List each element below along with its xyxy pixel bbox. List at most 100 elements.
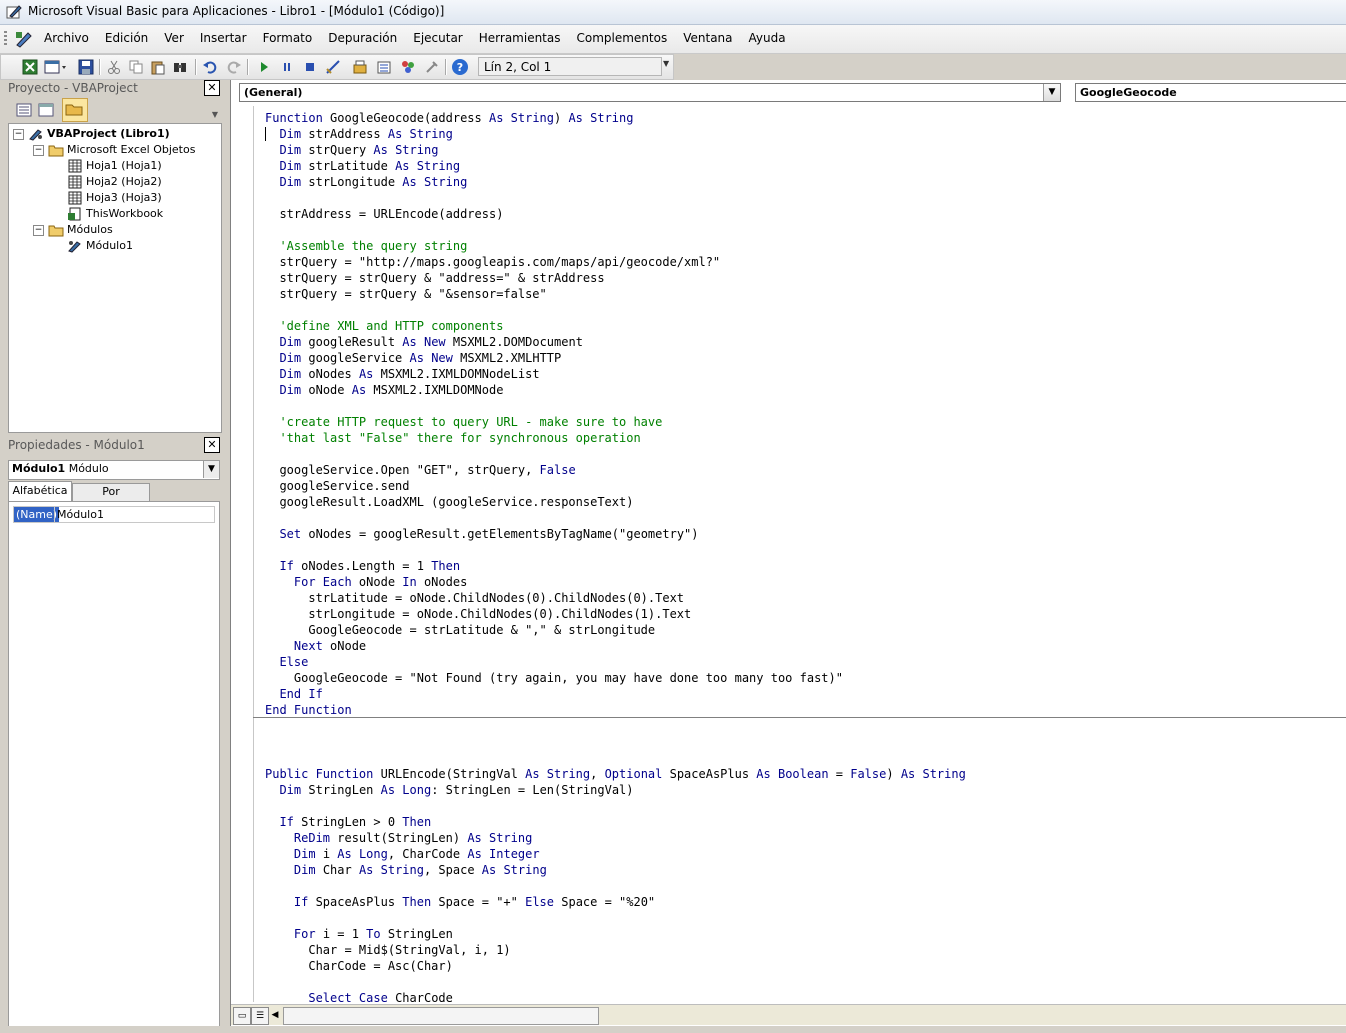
code-line[interactable] [265,734,1345,750]
code-line[interactable] [265,398,1345,414]
object-selector[interactable]: Módulo1 Módulo ▼ [8,460,220,480]
code-line[interactable] [265,974,1345,990]
code-line[interactable]: Dim oNode As MSXML2.IXMLDOMNode [265,382,1345,398]
collapse-icon[interactable]: − [13,128,24,140]
full-module-view-icon[interactable]: ☰ [251,1007,269,1025]
code-line[interactable] [265,222,1345,238]
menu-item-formato[interactable]: Formato [255,31,321,45]
object-combo-dropdown-icon[interactable]: ▼ [1043,84,1060,101]
code-line[interactable]: CharCode = Asc(Char) [265,958,1345,974]
code-line[interactable]: Select Case CharCode [265,990,1345,1004]
menu-item-complementos[interactable]: Complementos [569,31,676,45]
tree-item[interactable]: − VBAProject (Libro1) [13,126,170,142]
property-value[interactable]: Módulo1 [54,507,104,522]
insert-userform-icon[interactable] [43,58,69,76]
code-line[interactable] [265,910,1345,926]
property-row-name[interactable]: (Name) Módulo1 [13,506,215,523]
code-line[interactable]: googleResult.LoadXML (googleService.resp… [265,494,1345,510]
code-line[interactable]: ReDim result(StringLen) As String [265,830,1345,846]
tab-alfabetica[interactable]: Alfabética [8,481,72,502]
menu-item-insertar[interactable]: Insertar [192,31,255,45]
project-explorer-icon[interactable] [351,58,369,76]
code-line[interactable] [265,718,1345,734]
close-properties-panel-icon[interactable]: ✕ [204,437,220,453]
code-line[interactable]: If oNodes.Length = 1 Then [265,558,1345,574]
code-line[interactable]: If StringLen > 0 Then [265,814,1345,830]
code-line[interactable]: Char = Mid$(StringVal, i, 1) [265,942,1345,958]
code-line[interactable]: Dim Char As String, Space As String [265,862,1345,878]
excel-icon[interactable] [21,58,39,76]
scroll-left-icon[interactable]: ◀ [269,1007,281,1023]
code-line[interactable]: 'create HTTP request to query URL - make… [265,414,1345,430]
object-selector-dropdown-icon[interactable]: ▼ [203,461,219,478]
menu-item-ver[interactable]: Ver [156,31,192,45]
code-line[interactable]: Dim oNodes As MSXML2.IXMLDOMNodeList [265,366,1345,382]
toolbar-options-icon[interactable]: ▼ [663,59,671,75]
code-line[interactable]: GoogleGeocode = "Not Found (try again, y… [265,670,1345,686]
menu-item-ventana[interactable]: Ventana [675,31,740,45]
run-icon[interactable] [255,58,273,76]
code-line[interactable]: 'define XML and HTTP components [265,318,1345,334]
copy-icon[interactable] [127,58,145,76]
menu-item-archivo[interactable]: Archivo [36,31,97,45]
menu-item-ejecutar[interactable]: Ejecutar [405,31,471,45]
code-line[interactable]: Dim i As Long, CharCode As Integer [265,846,1345,862]
code-line[interactable]: strLongitude = oNode.ChildNodes(0).Child… [265,606,1345,622]
reset-icon[interactable] [301,58,319,76]
undo-icon[interactable] [201,58,219,76]
code-line[interactable]: googleService.Open "GET", strQuery, Fals… [265,462,1345,478]
code-line[interactable] [265,190,1345,206]
menu-item-herramientas[interactable]: Herramientas [471,31,569,45]
code-line[interactable]: Else [265,654,1345,670]
code-margin[interactable] [231,106,254,1002]
find-icon[interactable] [171,58,189,76]
project-scroll-icon[interactable]: ▼ [210,98,220,120]
code-line[interactable]: Dim strQuery As String [265,142,1345,158]
code-line[interactable] [265,446,1345,462]
toggle-folders-icon[interactable] [62,98,88,122]
tree-item[interactable]: Hoja1 (Hoja1) [53,158,162,174]
menu-grip[interactable] [4,31,7,47]
help-icon[interactable]: ? [451,58,469,76]
object-browser-icon[interactable] [399,58,417,76]
code-line[interactable]: 'that last "False" there for synchronous… [265,430,1345,446]
code-line[interactable]: Dim googleService As New MSXML2.XMLHTTP [265,350,1345,366]
tree-item[interactable]: ThisWorkbook [53,206,163,222]
code-line[interactable]: Next oNode [265,638,1345,654]
scroll-thumb[interactable] [283,1007,599,1025]
code-editor[interactable]: Function GoogleGeocode(address As String… [265,110,1345,1004]
code-line[interactable]: Dim strLongitude As String [265,174,1345,190]
design-mode-icon[interactable] [324,58,342,76]
save-icon[interactable] [77,58,95,76]
code-line[interactable]: End If [265,686,1345,702]
collapse-icon[interactable]: − [33,144,44,156]
code-line[interactable]: strAddress = URLEncode(address) [265,206,1345,222]
tree-item[interactable]: − Microsoft Excel Objetos [33,142,195,158]
code-line[interactable]: For Each oNode In oNodes [265,574,1345,590]
view-code-icon[interactable] [15,101,33,119]
menu-item-edicion[interactable]: Edición [97,31,156,45]
code-line[interactable]: Dim strAddress As String [265,126,1345,142]
procedure-combo[interactable]: GoogleGeocode [1075,83,1346,102]
break-icon[interactable] [278,58,296,76]
tree-item[interactable]: − Módulos [33,222,113,238]
code-line[interactable]: If SpaceAsPlus Then Space = "+" Else Spa… [265,894,1345,910]
menu-item-ayuda[interactable]: Ayuda [741,31,794,45]
code-line[interactable]: strQuery = strQuery & "address=" & strAd… [265,270,1345,286]
cut-icon[interactable] [105,58,123,76]
code-line[interactable]: Set oNodes = googleResult.getElementsByT… [265,526,1345,542]
excel-view-icon[interactable] [14,30,34,48]
toolbox-icon[interactable] [423,58,441,76]
code-line[interactable]: Dim StringLen As Long: StringLen = Len(S… [265,782,1345,798]
close-project-panel-icon[interactable]: ✕ [204,80,220,96]
view-object-icon[interactable] [37,101,55,119]
object-combo[interactable]: (General) ▼ [239,83,1061,102]
code-line[interactable] [265,798,1345,814]
tab-por-categorias[interactable]: Por categorías [72,483,150,514]
code-line[interactable] [265,510,1345,526]
code-line[interactable] [265,302,1345,318]
redo-icon[interactable] [225,58,243,76]
code-line[interactable]: Dim googleResult As New MSXML2.DOMDocume… [265,334,1345,350]
properties-window-icon[interactable] [375,58,393,76]
menu-item-depuracion[interactable]: Depuración [320,31,405,45]
